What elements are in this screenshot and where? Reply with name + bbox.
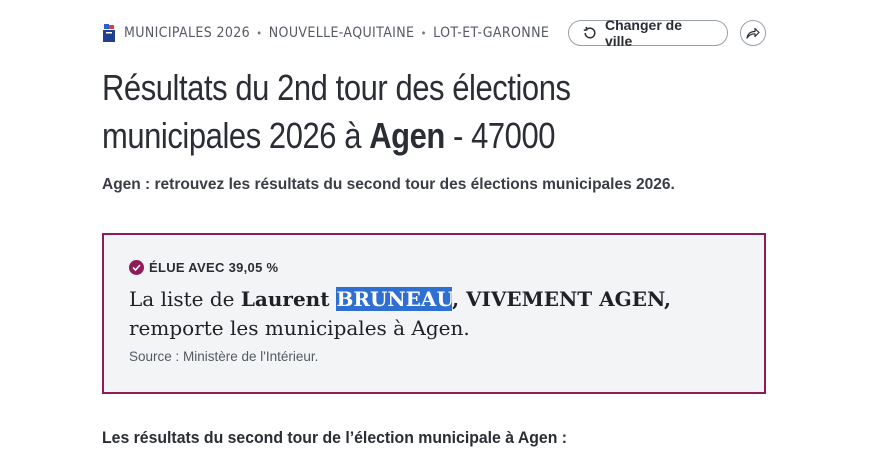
page-title: Résultats du 2nd tour des élections muni…: [102, 64, 704, 160]
breadcrumb-item-municipales[interactable]: MUNICIPALES 2026: [124, 25, 250, 41]
change-city-label: Changer de ville: [604, 17, 682, 49]
breadcrumb: MUNICIPALES 2026 • NOUVELLE-AQUITAINE • …: [124, 25, 549, 41]
winner-prefix: La liste de: [129, 287, 241, 311]
ballot-box-icon: [103, 24, 115, 42]
check-circle-icon: [129, 260, 144, 275]
page-title-line2-suffix: - 47000: [444, 115, 556, 156]
page-title-line1: Résultats du 2nd tour des élections: [102, 67, 571, 108]
section-title: Les résultats du second tour de l’électi…: [102, 428, 568, 447]
result-source: Source : Ministère de l'Intérieur.: [129, 349, 319, 364]
change-city-button[interactable]: Changer de ville: [568, 17, 728, 49]
header-actions: Changer de ville: [568, 17, 766, 49]
top-bar: MUNICIPALES 2026 • NOUVELLE-AQUITAINE • …: [102, 17, 766, 49]
breadcrumb-separator: •: [420, 26, 427, 40]
share-icon: [746, 27, 760, 39]
breadcrumb-item-department[interactable]: LOT-ET-GARONNE: [433, 25, 549, 41]
page-title-line2-prefix: municipales 2026 à: [102, 115, 370, 156]
winner-list-name: , VIVEMENT AGEN,: [452, 287, 671, 311]
winner-last-name: BRUNEAU: [336, 287, 453, 311]
page-title-city: Agen: [369, 115, 445, 156]
winner-statement: La liste de Laurent BRUNEAU, VIVEMENT AG…: [129, 285, 749, 343]
breadcrumb-separator: •: [256, 26, 263, 40]
elected-badge: ÉLUE AVEC 39,05 %: [129, 260, 278, 275]
elected-label: ÉLUE AVEC 39,05 %: [149, 260, 279, 275]
winner-suffix: remporte les municipales à Agen.: [129, 316, 470, 340]
breadcrumb-item-region[interactable]: NOUVELLE-AQUITAINE: [269, 25, 415, 41]
election-result-card: ÉLUE AVEC 39,05 % La liste de Laurent BR…: [102, 233, 766, 394]
share-button[interactable]: [740, 20, 766, 46]
refresh-icon: [583, 26, 596, 39]
winner-first-name: Laurent: [240, 287, 337, 311]
page-subtitle: Agen : retrouvez les résultats du second…: [102, 176, 675, 193]
